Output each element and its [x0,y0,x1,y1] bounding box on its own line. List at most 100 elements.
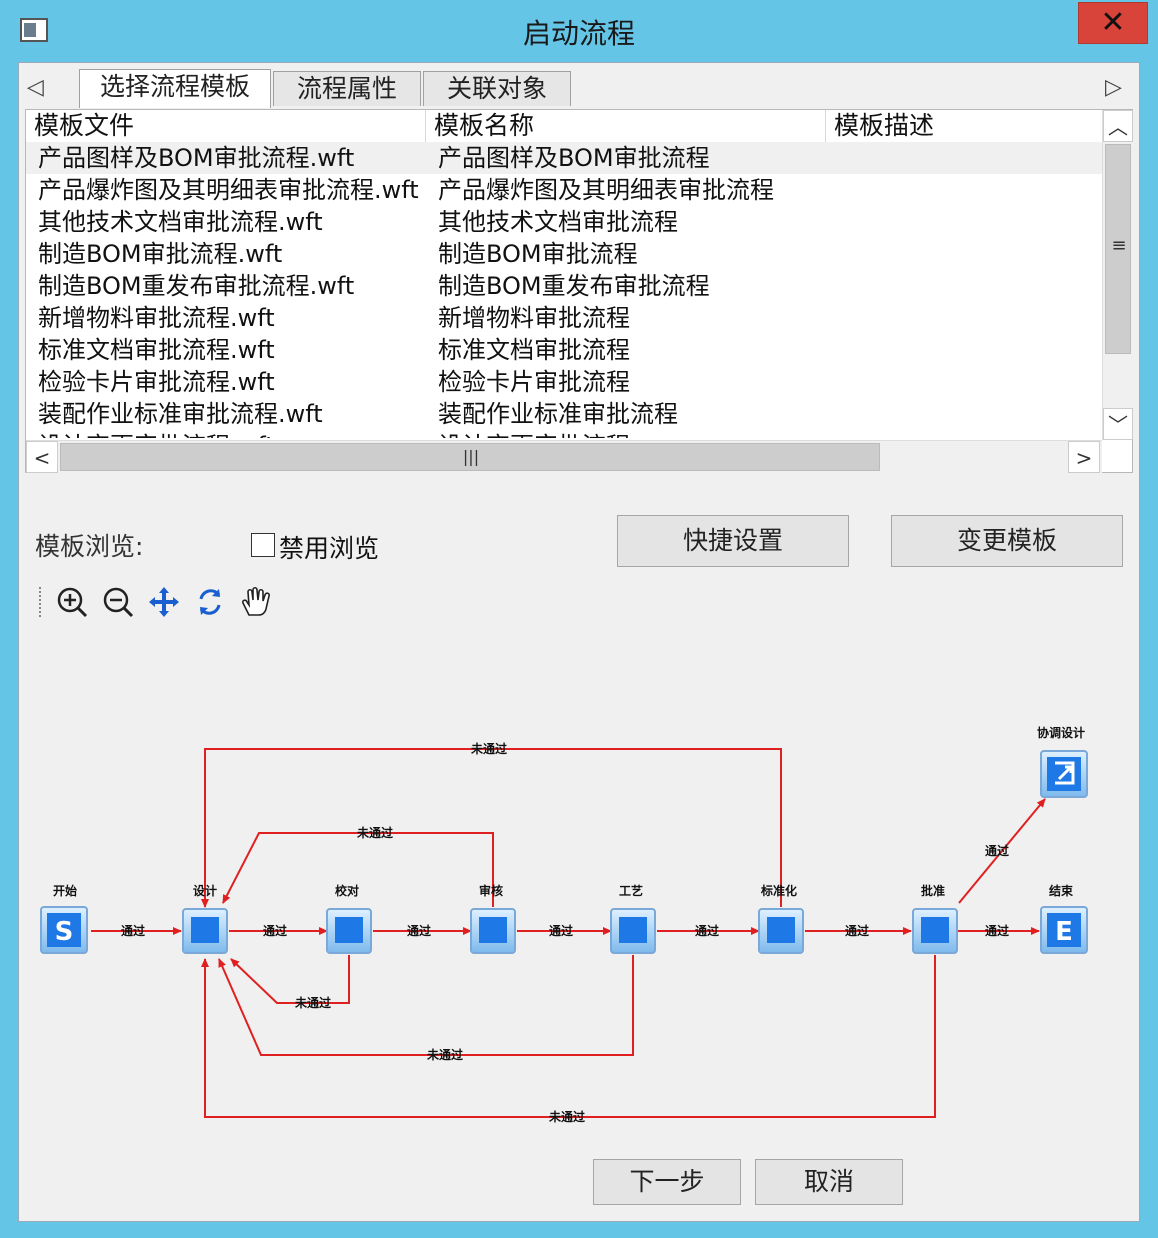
list-rows: 产品图样及BOM审批流程.wft 产品图样及BOM审批流程 产品爆炸图及其明细表审批… [26,142,1102,438]
disable-preview-label[interactable]: 禁用浏览 [279,529,379,565]
template-list: 模板文件 模板名称 模板描述 产品图样及BOM审批流程.wft 产品图样及BOM审… [25,109,1133,473]
template-file-cell: 标准文档审批流程.wft [38,336,275,364]
scroll-down-icon[interactable]: ﹀ [1103,408,1133,440]
edge-label: 未通过 [470,741,507,756]
node-label: 设计 [193,883,217,898]
template-file-cell: 制造BOM审批流程.wft [38,240,283,268]
template-file-cell: 产品图样及BOM审批流程.wft [38,144,355,172]
edge-label: 未通过 [548,1109,585,1124]
scroll-left-icon[interactable]: < [26,441,58,473]
flow-node-end: E 结束 [1040,883,1088,954]
template-desc-cell [838,238,1098,270]
move-icon[interactable] [147,585,181,619]
template-name-cell: 制造BOM重发布审批流程 [438,272,710,300]
vertical-scroll-thumb[interactable]: ≡ [1105,144,1131,354]
node-label: 校对 [335,883,359,898]
flow-node-check: 校对 [326,883,372,954]
window-title: 启动流程 [522,17,635,50]
flow-node-process: 工艺 [610,883,656,954]
dialog-client: ◁ 选择流程模板 流程属性 关联对象 ▷ 模板文件 模板名称 模板描述 产品图样… [18,62,1140,1222]
template-desc-cell [838,334,1098,366]
node-label: 协调设计 [1037,725,1085,740]
template-name-cell: 产品图样及BOM审批流程 [438,144,710,172]
node-label: 标准化 [760,883,797,898]
template-name-cell: 新增物料审批流程 [438,304,630,332]
table-row[interactable]: 产品爆炸图及其明细表审批流程.wft 产品爆炸图及其明细表审批流程 [26,174,1102,206]
template-name-cell: 其他技术文档审批流程 [438,208,678,236]
table-row[interactable]: 制造BOM重发布审批流程.wft 制造BOM重发布审批流程 [26,270,1102,302]
template-desc-cell [838,302,1098,334]
template-name-cell: 装配作业标准审批流程 [438,400,678,428]
template-desc-cell [838,174,1098,206]
table-row[interactable]: 装配作业标准审批流程.wft 装配作业标准审批流程 [26,398,1102,430]
horizontal-scrollbar[interactable]: < ||| > [26,440,1102,473]
node-label: 开始 [53,883,77,898]
horizontal-scroll-thumb[interactable]: ||| [60,443,880,471]
table-row[interactable]: 新增物料审批流程.wft 新增物料审批流程 [26,302,1102,334]
edge-check-reject [230,955,350,1004]
zoom-out-icon[interactable] [101,585,135,619]
edge-label: 通过 [695,923,719,938]
tab-flow-properties[interactable]: 流程属性 [273,71,421,106]
dialog-window: 启动流程 ✕ ◁ 选择流程模板 流程属性 关联对象 ▷ 模板文件 模板名称 模板… [0,0,1158,1238]
next-step-button[interactable]: 下一步 [593,1159,741,1205]
template-file-cell: 检验卡片审批流程.wft [38,368,275,396]
template-desc-cell [838,366,1098,398]
title-bar[interactable]: 启动流程 ✕ [0,0,1158,62]
table-row[interactable]: 制造BOM审批流程.wft 制造BOM审批流程 [26,238,1102,270]
zoom-in-icon[interactable] [55,585,89,619]
quick-settings-button[interactable]: 快捷设置 [617,515,849,567]
end-icon: E [1055,917,1073,947]
template-desc-cell [838,206,1098,238]
table-row[interactable]: 产品图样及BOM审批流程.wft 产品图样及BOM审批流程 [26,142,1102,174]
grip-icon: ≡ [1111,235,1127,256]
table-row[interactable]: 检验卡片审批流程.wft 检验卡片审批流程 [26,366,1102,398]
flow-node-design: 设计 [182,883,228,954]
node-label: 批准 [921,883,945,898]
node-label: 工艺 [619,883,643,898]
cancel-button[interactable]: 取消 [755,1159,903,1205]
column-header-name[interactable]: 模板名称 [426,110,826,142]
template-file-cell: 产品爆炸图及其明细表审批流程.wft [38,176,419,204]
edge-label: 通过 [121,923,145,938]
template-name-cell: 产品爆炸图及其明细表审批流程 [438,176,774,204]
edge-label: 通过 [985,843,1009,858]
table-row[interactable]: 标准文档审批流程.wft 标准文档审批流程 [26,334,1102,366]
flow-node-standard: 标准化 [758,883,804,954]
list-header: 模板文件 模板名称 模板描述 [26,110,1102,143]
start-icon: S [55,917,74,947]
template-desc-cell [838,270,1098,302]
edge-label: 通过 [407,923,431,938]
template-file-cell: 设计变更审批流程.wft [38,430,422,438]
edge-label: 未通过 [294,995,331,1010]
flow-diagram: 通过 通过 通过 通过 通过 通过 通过 通过 未通过 未通过 未通过 未通过 … [40,725,1088,1124]
tab-scroll-right-icon[interactable]: ▷ [1105,75,1122,100]
table-row[interactable]: 设计变更审批流程.wft 设计变更审批流程 [26,430,1102,438]
template-desc-cell [838,430,1098,438]
template-file-cell: 新增物料审批流程.wft [38,304,275,332]
hand-icon[interactable] [239,585,273,619]
close-button[interactable]: ✕ [1078,2,1148,44]
tab-select-template[interactable]: 选择流程模板 [79,69,271,108]
scroll-right-icon[interactable]: > [1068,441,1100,473]
tab-related-objects[interactable]: 关联对象 [423,71,571,106]
scroll-up-icon[interactable]: ︿ [1103,110,1133,142]
change-template-button[interactable]: 变更模板 [891,515,1123,567]
edge-approve-reject [201,955,936,1118]
template-file-cell: 制造BOM重发布审批流程.wft [38,272,355,300]
column-header-file[interactable]: 模板文件 [26,110,426,142]
flow-node-approve: 批准 [912,883,958,954]
refresh-icon[interactable] [193,585,227,619]
template-desc-cell [838,142,1098,174]
column-header-desc[interactable]: 模板描述 [826,110,1102,142]
disable-preview-checkbox[interactable] [251,533,275,557]
edge-label: 未通过 [426,1047,463,1062]
flow-node-sub: 协调设计 [1037,725,1088,798]
template-name-cell: 设计变更审批流程 [438,430,822,438]
edge-label: 通过 [985,923,1009,938]
tab-scroll-left-icon[interactable]: ◁ [27,75,44,100]
flow-node-start: S 开始 [40,883,88,954]
vertical-scrollbar[interactable]: ︿ ≡ ﹀ [1102,110,1133,440]
table-row[interactable]: 其他技术文档审批流程.wft 其他技术文档审批流程 [26,206,1102,238]
edge-label: 通过 [549,923,573,938]
